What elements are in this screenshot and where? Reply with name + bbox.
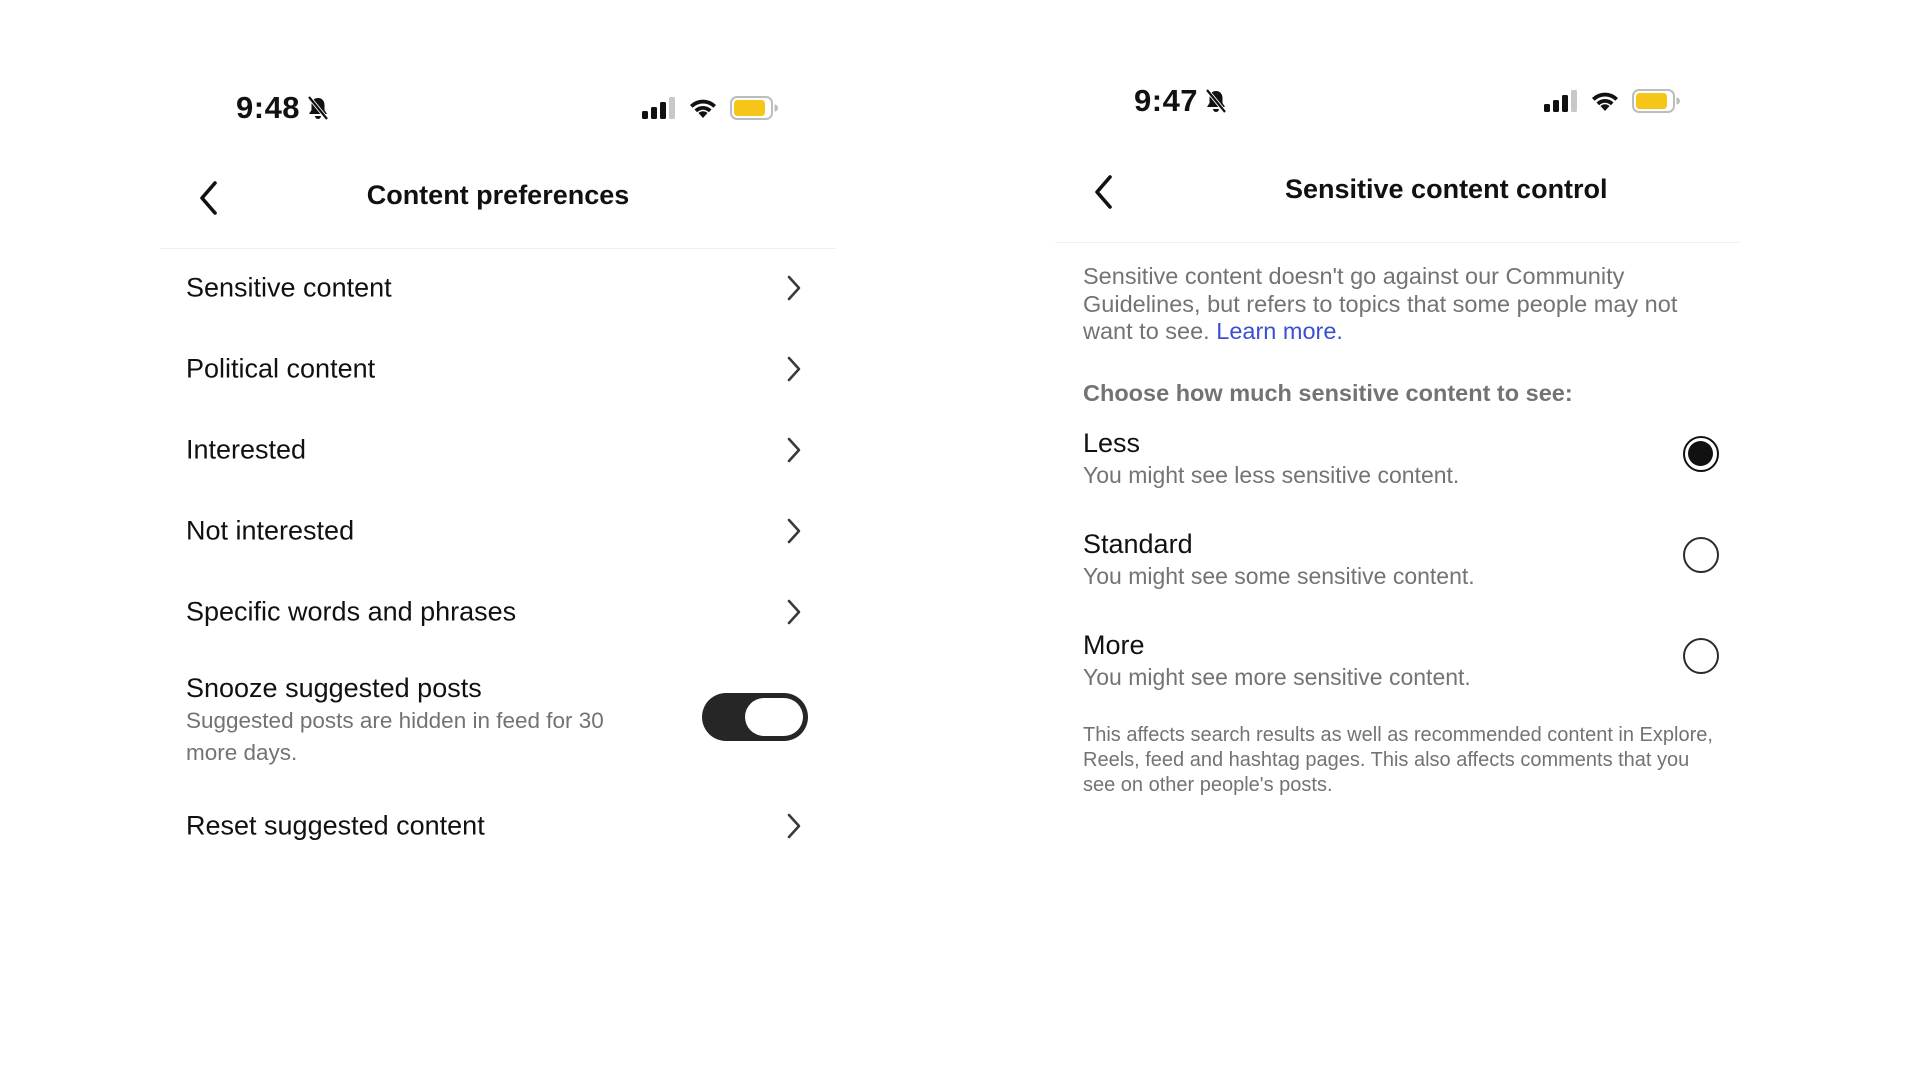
snooze-toggle[interactable] — [702, 693, 808, 741]
row-not-interested[interactable]: Not interested — [186, 501, 808, 561]
option-label: More — [1083, 630, 1145, 660]
description-body: Sensitive content doesn't go against our… — [1083, 263, 1678, 344]
row-label: Sensitive content — [186, 272, 392, 303]
bell-slash-icon — [307, 95, 329, 121]
battery-icon — [730, 96, 778, 120]
status-bar-right: 9:47 — [1134, 83, 1228, 119]
option-description: You might see less sensitive content. — [1083, 462, 1460, 488]
status-icons-left — [642, 96, 778, 120]
page-title: Content preferences — [366, 180, 630, 210]
row-label: Specific words and phrases — [186, 596, 517, 627]
chevron-right-icon — [787, 813, 801, 839]
chevron-right-icon — [787, 275, 801, 301]
wifi-icon — [1592, 92, 1618, 111]
option-description: You might see more sensitive content. — [1083, 664, 1471, 690]
row-label: Interested — [186, 434, 307, 465]
status-time: 9:47 — [1134, 83, 1199, 118]
row-interested[interactable]: Interested — [186, 420, 808, 480]
header-left: Content preferences — [160, 160, 836, 230]
back-chevron-icon[interactable] — [1089, 172, 1119, 212]
radio-more[interactable] — [1683, 638, 1719, 674]
option-label: Standard — [1083, 529, 1193, 559]
header-divider — [1055, 242, 1739, 243]
toggle-knob — [745, 698, 803, 736]
snooze-subtitle: Suggested posts are hidden in feed for 3… — [186, 708, 604, 765]
description-text: Sensitive content doesn't go against our… — [1083, 263, 1723, 346]
chevron-right-icon — [787, 356, 801, 382]
header-divider — [160, 248, 836, 249]
header-right: Sensitive content control — [1055, 154, 1739, 224]
learn-more-link[interactable]: Learn more. — [1216, 318, 1343, 344]
option-description: You might see some sensitive content. — [1083, 563, 1475, 589]
battery-icon — [1632, 89, 1680, 113]
option-less[interactable]: Less You might see less sensitive conten… — [1083, 428, 1723, 498]
radio-standard[interactable] — [1683, 537, 1719, 573]
row-label: Political content — [186, 353, 376, 384]
choose-label: Choose how much sensitive content to see… — [1083, 380, 1573, 406]
status-bar-left: 9:48 — [236, 90, 330, 126]
row-political-content[interactable]: Political content — [186, 339, 808, 399]
wifi-icon — [690, 99, 716, 118]
snooze-suggested-posts: Snooze suggested posts Suggested posts a… — [186, 671, 808, 769]
signal-icon — [642, 97, 675, 119]
radio-less[interactable] — [1683, 436, 1719, 472]
chevron-right-icon — [787, 599, 801, 625]
row-label: Reset suggested content — [186, 810, 485, 841]
row-specific-words[interactable]: Specific words and phrases — [186, 582, 808, 642]
status-time: 9:48 — [236, 90, 301, 125]
option-more[interactable]: More You might see more sensitive conten… — [1083, 630, 1723, 700]
bell-slash-icon — [1205, 88, 1227, 114]
row-sensitive-content[interactable]: Sensitive content — [186, 258, 808, 318]
chevron-right-icon — [787, 437, 801, 463]
page-title: Sensitive content control — [1285, 174, 1608, 204]
row-reset-suggested-content[interactable]: Reset suggested content — [186, 796, 808, 856]
row-label: Not interested — [186, 515, 355, 546]
status-icons-right — [1544, 89, 1680, 113]
chevron-right-icon — [787, 518, 801, 544]
signal-icon — [1544, 90, 1577, 112]
option-standard[interactable]: Standard You might see some sensitive co… — [1083, 529, 1723, 599]
option-label: Less — [1083, 428, 1141, 458]
footnote-text: This affects search results as well as r… — [1083, 724, 1713, 796]
